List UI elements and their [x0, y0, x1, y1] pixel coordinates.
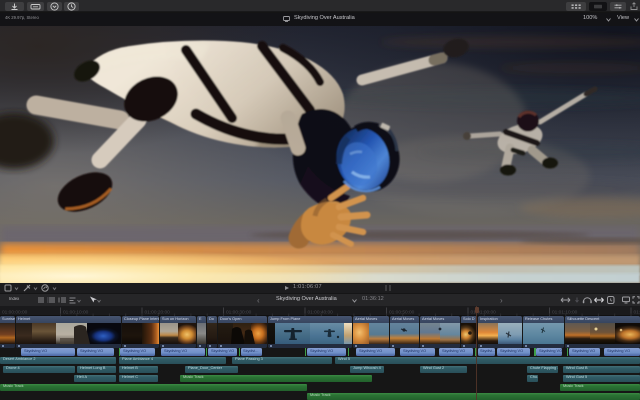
svg-text:01:00:20:00: 01:00:20:00 [145, 310, 171, 316]
svg-text:01:00:30:00: 01:00:30:00 [226, 310, 252, 316]
svg-text:01:00:50:00: 01:00:50:00 [389, 310, 415, 316]
svg-text:01:00:00:00: 01:00:00:00 [2, 310, 28, 316]
svg-text:01:01:20:00: 01:01:20:00 [634, 310, 640, 316]
svg-text:01:00:10:00: 01:00:10:00 [63, 310, 89, 316]
svg-text:01:01:10:00: 01:01:10:00 [552, 310, 578, 316]
svg-text:01:00:40:00: 01:00:40:00 [308, 310, 334, 316]
